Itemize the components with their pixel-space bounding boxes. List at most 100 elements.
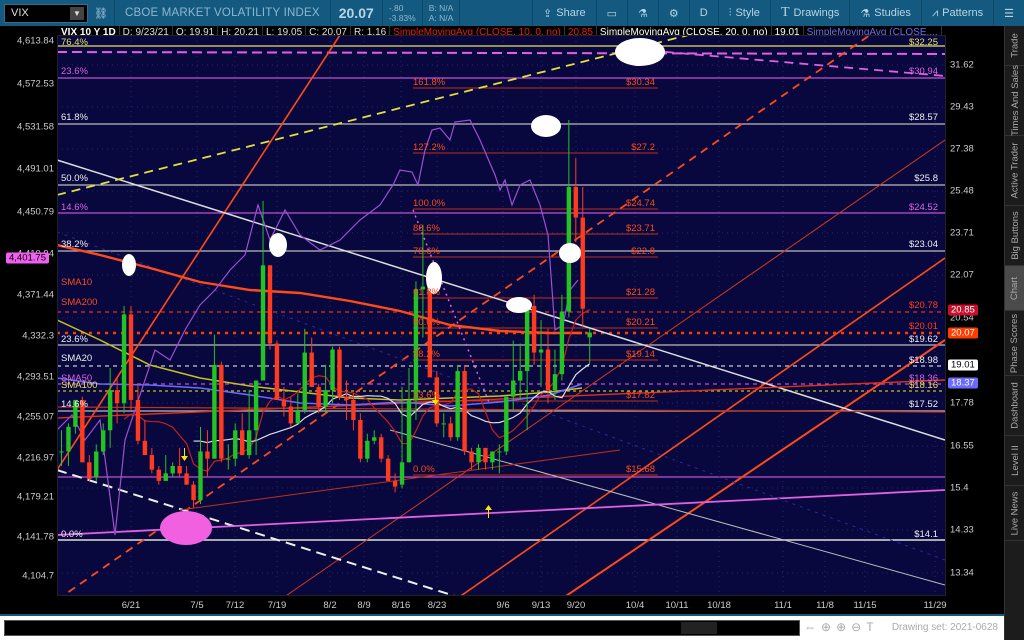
sidebar-tab-label: Phase Scores bbox=[1009, 313, 1021, 373]
right-axis-tick: 25.48 bbox=[950, 185, 974, 197]
patterns-label: Patterns bbox=[942, 7, 984, 19]
time-axis: 6/21 7/5 7/12 7/19 8/2 8/9 8/16 8/23 9/6 9/13 9/20… bbox=[57, 596, 947, 614]
price-badge: 18.37 bbox=[948, 377, 978, 389]
price-badge: 20.07 bbox=[948, 327, 978, 339]
drawing-set-label[interactable]: Drawing set: 2021-0628 bbox=[892, 622, 998, 633]
share-button[interactable]: ⇪ Share bbox=[533, 0, 596, 26]
left-axis-tick: 4,141.78 bbox=[17, 531, 54, 543]
last-price: 20.07 bbox=[338, 5, 374, 21]
right-sidebar: Trade Times And Sales Active Trader Big But… bbox=[1004, 26, 1024, 640]
symbol-selector[interactable]: VIX ▼ bbox=[4, 3, 88, 23]
x-axis-tick: 11/29 bbox=[923, 600, 947, 611]
left-axis-tick: 4,371.44 bbox=[17, 289, 54, 301]
sidebar-tab-label: Chart bbox=[1009, 276, 1021, 300]
gear-icon: ⚙ bbox=[668, 7, 679, 20]
zoom-in-icon[interactable]: ⊕ bbox=[836, 620, 846, 634]
instrument-title: CBOE MARKET VOLATILITY INDEX bbox=[124, 7, 320, 19]
sidebar-tab-label: Active Trader bbox=[1009, 142, 1021, 199]
sidebar-tab-label: Level II bbox=[1009, 445, 1021, 476]
left-axis-tick: 4,491.01 bbox=[17, 163, 54, 175]
x-axis-tick: 11/15 bbox=[853, 600, 877, 611]
ask: A: N/A bbox=[428, 13, 454, 23]
x-axis-tick: 8/2 bbox=[323, 600, 337, 611]
x-axis-tick: 11/1 bbox=[774, 600, 792, 611]
alert-button[interactable]: ▭ bbox=[597, 0, 627, 26]
bottom-bar: ⇔ ⊕ ⊕ ⊖ T Drawing set: 2021-0628 bbox=[0, 614, 1004, 640]
right-axis-tick: 29.43 bbox=[950, 101, 974, 113]
sidebar-tab-big-buttons[interactable]: Big Buttons bbox=[1005, 206, 1024, 266]
settings-button[interactable]: ⚙ bbox=[659, 0, 689, 26]
x-axis-tick: 8/16 bbox=[391, 600, 411, 611]
left-axis-tick: 4,216.97 bbox=[17, 452, 54, 464]
right-price-axis[interactable]: 31.62 29.43 27.38 25.48 23.71 22.07 20.54 17.78… bbox=[946, 40, 1004, 596]
flask-button[interactable]: ⚗ bbox=[628, 0, 658, 26]
right-axis-tick: 15.4 bbox=[950, 482, 969, 494]
sidebar-tab-chart[interactable]: Chart bbox=[1005, 266, 1024, 311]
x-axis-tick: 6/21 bbox=[121, 600, 141, 611]
right-axis-tick: 22.07 bbox=[950, 269, 974, 281]
text-icon: T bbox=[780, 5, 790, 20]
sidebar-tab-level-ii[interactable]: Level II bbox=[1005, 436, 1024, 486]
chevron-down-icon[interactable]: ▼ bbox=[70, 6, 84, 20]
x-axis-tick: 11/8 bbox=[816, 600, 834, 611]
sidebar-tab-live-news[interactable]: Live News bbox=[1005, 486, 1024, 541]
link-icon[interactable]: ⛓ bbox=[88, 0, 114, 26]
sidebar-tab-dashboard[interactable]: Dashboard bbox=[1005, 376, 1024, 436]
left-axis-tick: 4,332.3 bbox=[22, 330, 54, 342]
pan-icon[interactable]: ⇔ bbox=[804, 620, 816, 634]
right-axis-tick: 16.55 bbox=[950, 440, 974, 452]
sidebar-tab-active-trader[interactable]: Active Trader bbox=[1005, 136, 1024, 206]
left-price-axis: 4,613.84 4,572.53 4,531.58 4,491.01 4,450.79… bbox=[0, 36, 57, 596]
x-axis-tick: 9/6 bbox=[496, 600, 510, 611]
text-icon[interactable]: T bbox=[866, 620, 873, 634]
sidebar-tab-label: Trade bbox=[1009, 33, 1021, 58]
x-axis-tick: 9/13 bbox=[531, 600, 551, 611]
price-badge: 20.85 bbox=[948, 304, 978, 316]
x-axis-tick: 7/12 bbox=[225, 600, 245, 611]
sidebar-tab-times-and-sales[interactable]: Times And Sales bbox=[1005, 65, 1024, 136]
x-axis-tick: 7/5 bbox=[190, 600, 204, 611]
studies-label: Studies bbox=[874, 7, 911, 19]
x-axis-tick: 7/19 bbox=[267, 600, 287, 611]
candle-icon: ⫶ bbox=[728, 6, 732, 19]
right-axis-tick: 23.71 bbox=[950, 227, 974, 239]
right-axis-tick: 31.62 bbox=[950, 59, 974, 71]
left-axis-tick: 4,531.58 bbox=[17, 121, 54, 133]
x-axis-tick: 10/4 bbox=[625, 600, 645, 611]
period-button[interactable]: D bbox=[690, 0, 718, 26]
sidebar-tab-phase-scores[interactable]: Phase Scores bbox=[1005, 311, 1024, 376]
right-axis-tick: 17.78 bbox=[950, 397, 974, 409]
patterns-icon: ⩘ bbox=[931, 6, 939, 19]
sidebar-tab-label: Dashboard bbox=[1009, 382, 1021, 429]
menu-icon: ☰ bbox=[1004, 7, 1014, 20]
period-label: D bbox=[699, 7, 708, 19]
style-label: Style bbox=[735, 7, 760, 19]
chart-panel[interactable] bbox=[57, 35, 946, 596]
left-axis-tick: 4,293.51 bbox=[17, 371, 54, 383]
x-axis-tick: 8/9 bbox=[357, 600, 371, 611]
left-axis-tick: 4,450.79 bbox=[17, 206, 54, 218]
sidebar-tab-trade[interactable]: Trade bbox=[1005, 26, 1024, 66]
left-axis-tick: 4,613.84 bbox=[17, 35, 54, 47]
menu-button[interactable]: ☰ bbox=[994, 0, 1024, 26]
share-label: Share bbox=[556, 7, 586, 19]
sidebar-tab-label: Times And Sales bbox=[1009, 65, 1021, 136]
crosshair-icon[interactable]: ⊕ bbox=[821, 620, 831, 634]
left-axis-tick: 4,572.53 bbox=[17, 78, 54, 90]
bid: B: N/A bbox=[428, 3, 454, 13]
patterns-button[interactable]: ⩘ Patterns bbox=[922, 0, 993, 26]
studies-button[interactable]: ⚗ Studies bbox=[850, 0, 921, 26]
pct-change: -3.83% bbox=[388, 13, 416, 23]
alert-icon: ▭ bbox=[606, 7, 618, 20]
right-axis-tick: 27.38 bbox=[950, 143, 974, 155]
right-axis-tick: 14.33 bbox=[950, 524, 974, 536]
x-axis-tick: 9/20 bbox=[566, 600, 586, 611]
scroll-thumb[interactable] bbox=[681, 622, 717, 634]
zoom-out-icon[interactable]: ⊖ bbox=[851, 620, 861, 634]
style-button[interactable]: ⫶ Style bbox=[719, 0, 770, 26]
x-axis-tick: 10/18 bbox=[707, 600, 731, 611]
drawings-button[interactable]: T Drawings bbox=[771, 0, 849, 26]
price-badge: 19.01 bbox=[948, 359, 978, 371]
time-scrollbar[interactable] bbox=[4, 620, 800, 636]
drawings-label: Drawings bbox=[793, 7, 840, 19]
